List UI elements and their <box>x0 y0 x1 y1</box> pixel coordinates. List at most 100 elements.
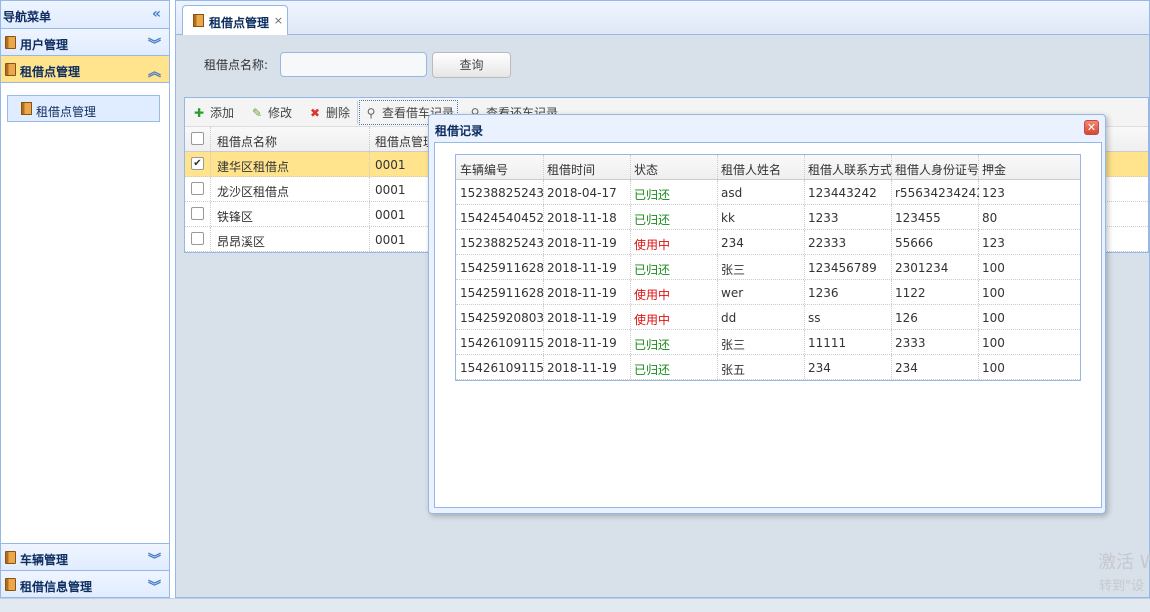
chevron-down-icon[interactable]: ︾ <box>148 34 161 53</box>
col-status-header[interactable]: 状态 <box>634 161 718 178</box>
folder-icon <box>5 63 16 76</box>
chevron-up-icon[interactable]: ︽ <box>148 61 161 80</box>
col-deposit-header[interactable]: 押金 <box>982 161 1062 178</box>
record-row[interactable]: 15426109115112018-11-19 已归还 张五 234 234 100 <box>456 355 1080 380</box>
column-divider <box>630 330 631 354</box>
folder-icon <box>5 578 16 591</box>
row-checkbox[interactable] <box>191 182 204 195</box>
col-rent-time: 2018-11-19 <box>547 311 617 325</box>
column-divider <box>978 330 979 354</box>
accordion-rental-point-management[interactable]: 租借点管理 ︽ <box>1 56 169 83</box>
column-header[interactable]: 租借点名称 <box>217 133 277 150</box>
pencil-icon: ✎ <box>251 106 263 120</box>
column-divider <box>804 230 805 254</box>
dialog-body: 车辆编号 租借时间 状态 租借人姓名 租借人联系方式 租借人身份证号 押金 15238825… <box>434 142 1102 508</box>
col-renter-id: 234 <box>895 361 918 375</box>
record-row[interactable]: 15424540452532018-11-18 已归还 kk 1233 123455 80 <box>456 205 1080 230</box>
column-divider <box>630 155 631 179</box>
column-divider <box>630 255 631 279</box>
row-checkbox[interactable] <box>191 232 204 245</box>
accordion-vehicle-management[interactable]: 车辆管理 ︾ <box>1 543 169 570</box>
close-icon[interactable]: × <box>274 14 283 27</box>
accordion-user-management[interactable]: 用户管理 ︾ <box>1 29 169 56</box>
chevron-down-icon[interactable]: ︾ <box>148 549 161 568</box>
column-divider <box>891 305 892 329</box>
column-divider <box>891 155 892 179</box>
column-divider <box>630 280 631 304</box>
nav-title: 导航菜单 <box>3 10 52 24</box>
search-icon: ⚲ <box>366 106 376 120</box>
col-renter-name: 张三 <box>721 338 746 352</box>
col-vehicle-id: 1542592080313 <box>460 311 544 325</box>
col-rent-time-header[interactable]: 租借时间 <box>547 161 631 178</box>
nav-item-rental-point-management[interactable]: 租借点管理 <box>7 95 160 122</box>
nav-header: 导航菜单 « <box>1 1 169 29</box>
column-divider <box>978 205 979 229</box>
col-vehicle-id: 1523882524344 <box>460 236 544 250</box>
record-row[interactable]: 15425911628412018-11-19 已归还 张三 123456789 230… <box>456 255 1080 280</box>
col-status: 已归还 <box>634 188 671 202</box>
col-renter-name: wer <box>721 286 744 300</box>
column-divider <box>630 180 631 204</box>
column-divider <box>210 127 211 151</box>
column-divider <box>804 355 805 379</box>
chevron-down-icon[interactable]: ︾ <box>148 576 161 595</box>
column-divider <box>717 330 718 354</box>
column-divider <box>717 180 718 204</box>
col-deposit: 100 <box>982 361 1005 375</box>
record-row[interactable]: 15238825243442018-04-17 已归还 asd 123443242 r5… <box>456 180 1080 205</box>
col-status: 使用中 <box>634 288 671 302</box>
column-divider <box>978 355 979 379</box>
search-input[interactable] <box>280 52 427 77</box>
col-renter-phone: 234 <box>808 361 831 375</box>
column-divider <box>210 202 211 226</box>
accordion-body: 租借点管理 <box>1 83 169 544</box>
col-deposit: 100 <box>982 261 1005 275</box>
record-row[interactable]: 15426109115112018-11-19 已归还 张三 11111 2333 100 <box>456 330 1080 355</box>
col-renter-name-header[interactable]: 租借人姓名 <box>721 161 805 178</box>
navigation-panel: 导航菜单 « 用户管理 ︾ 租借点管理 ︽ 租借点管理 车辆管理 ︾ 租借信息管… <box>0 0 170 598</box>
folder-icon <box>5 551 16 564</box>
column-divider <box>978 305 979 329</box>
column-divider <box>543 330 544 354</box>
col-rent-time: 2018-11-19 <box>547 261 617 275</box>
column-divider <box>369 152 370 176</box>
record-row[interactable]: 15425911628412018-11-19 使用中 wer 1236 1122 100 <box>456 280 1080 305</box>
accordion-label: 车辆管理 <box>20 553 69 567</box>
column-divider <box>891 280 892 304</box>
tab-bar: 租借点管理 × <box>176 1 1149 35</box>
col-vehicle-id: 1542591162841 <box>460 286 544 300</box>
column-divider <box>369 202 370 226</box>
query-button[interactable]: 查询 <box>432 52 511 78</box>
row-checkbox[interactable] <box>191 207 204 220</box>
col-status: 已归还 <box>634 363 671 377</box>
column-divider <box>978 180 979 204</box>
record-row[interactable]: 15238825243442018-11-19 使用中 234 22333 55666 1… <box>456 230 1080 255</box>
cell-code: 0001 <box>375 183 406 197</box>
col-renter-id-header[interactable]: 租借人身份证号 <box>895 161 979 178</box>
delete-button[interactable]: ✖ 删除 <box>307 104 350 122</box>
column-divider <box>717 280 718 304</box>
row-checkbox[interactable]: ✔ <box>191 157 204 170</box>
column-divider <box>369 177 370 201</box>
column-header[interactable]: 租借点管理 <box>375 133 435 150</box>
close-icon[interactable]: ✕ <box>1084 120 1099 135</box>
column-divider <box>978 255 979 279</box>
col-renter-phone: ss <box>808 311 821 325</box>
add-button[interactable]: ✚ 添加 <box>191 104 234 122</box>
col-vehicle-id-header[interactable]: 车辆编号 <box>460 161 544 178</box>
column-divider <box>804 280 805 304</box>
record-row[interactable]: 15425920803132018-11-19 使用中 dd ss 126 100 <box>456 305 1080 330</box>
accordion-rental-info-management[interactable]: 租借信息管理 ︾ <box>1 570 169 597</box>
column-divider <box>978 155 979 179</box>
col-renter-name: kk <box>721 211 735 225</box>
col-renter-phone-header[interactable]: 租借人联系方式 <box>808 161 892 178</box>
col-vehicle-id: 1542591162841 <box>460 261 544 275</box>
edit-button[interactable]: ✎ 修改 <box>249 104 292 122</box>
rental-records-dialog: 租借记录 ✕ 车辆编号 租借时间 状态 租借人姓名 租借人联系方式 租借人身份证号 押金 1… <box>428 114 1106 514</box>
double-chevron-left-icon[interactable]: « <box>152 6 161 22</box>
records-table: 车辆编号 租借时间 状态 租借人姓名 租借人联系方式 租借人身份证号 押金 15238825… <box>455 154 1081 381</box>
select-all-checkbox[interactable] <box>191 132 204 145</box>
tab-rental-point-management[interactable]: 租借点管理 × <box>182 5 288 35</box>
dialog-header: 租借记录 ✕ <box>429 115 1105 141</box>
